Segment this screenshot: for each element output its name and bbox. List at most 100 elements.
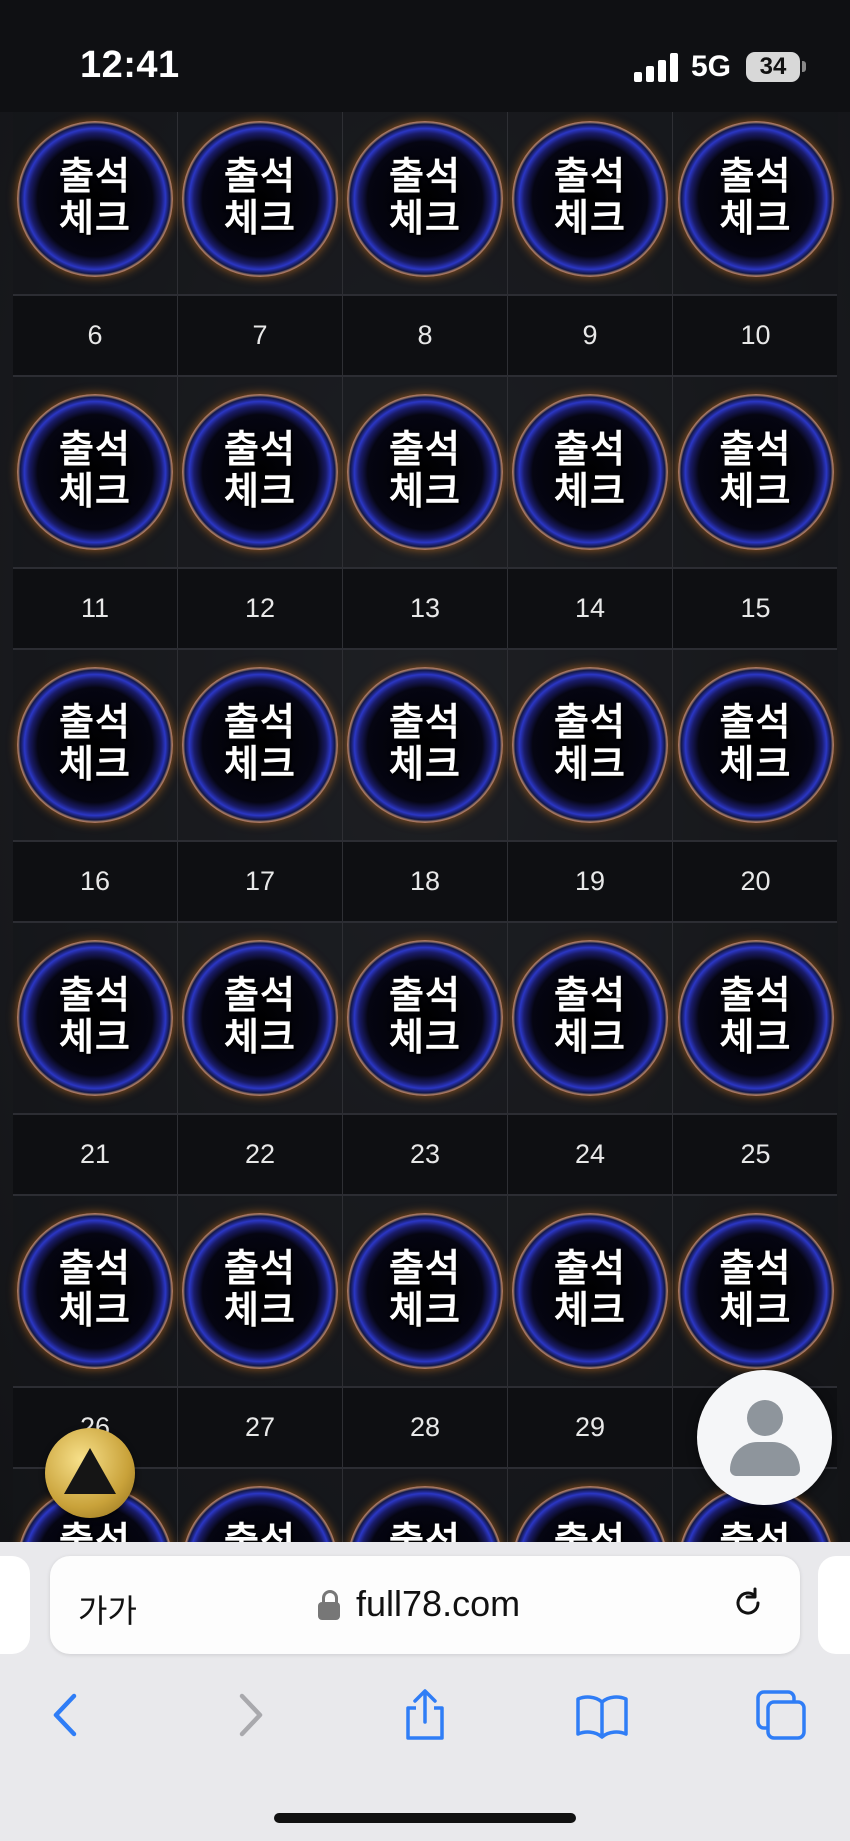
day-stamp-cell[interactable]: 출석 체크 bbox=[343, 1469, 508, 1542]
day-stamp-cell[interactable]: 출석 체크 bbox=[508, 377, 673, 567]
day-stamp-cell[interactable]: 출석 체크 bbox=[178, 1196, 343, 1386]
person-icon-body bbox=[730, 1442, 800, 1476]
previous-tab-peek[interactable] bbox=[0, 1556, 30, 1654]
day-stamp-cell[interactable]: 출석 체크 bbox=[178, 923, 343, 1113]
stamp-label: 출석 체크 bbox=[59, 700, 131, 786]
day-stamp-cell[interactable]: 출석 체크 bbox=[673, 112, 838, 294]
day-stamp-cell[interactable]: 출석 체크 bbox=[13, 923, 178, 1113]
attendance-stamp-icon: 출석 체크 bbox=[512, 394, 668, 550]
stamp-row: 출석 체크 출석 체크 출석 체크 출석 체크 출석 체크 bbox=[13, 377, 838, 567]
day-number: 29 bbox=[508, 1388, 673, 1467]
stamp-label: 출석 체크 bbox=[59, 1519, 131, 1542]
day-number: 12 bbox=[178, 569, 343, 648]
date-number-row: 11 12 13 14 15 bbox=[13, 567, 837, 650]
stamp-row: 출석 체크 출석 체크 출석 체크 출석 체크 출석 체크 bbox=[13, 1196, 838, 1386]
book-icon[interactable] bbox=[575, 1688, 629, 1742]
day-stamp-cell[interactable]: 출석 체크 bbox=[178, 650, 343, 840]
day-number: 16 bbox=[13, 842, 178, 921]
stamp-label: 출석 체크 bbox=[554, 1246, 626, 1332]
stamp-row: 출석 체크 출석 체크 출석 체크 출석 체크 출석 체크 bbox=[13, 112, 838, 294]
day-stamp-cell[interactable]: 출석 체크 bbox=[343, 1196, 508, 1386]
day-number: 28 bbox=[343, 1388, 508, 1467]
day-number: 10 bbox=[740, 320, 771, 350]
url-text[interactable]: full78.com bbox=[356, 1583, 520, 1625]
day-number: 15 bbox=[740, 593, 771, 623]
day-stamp-cell[interactable]: 출석 체크 bbox=[673, 923, 838, 1113]
attendance-stamp-icon: 출석 체크 bbox=[677, 121, 834, 277]
address-bar[interactable]: 가가 full78.com bbox=[50, 1556, 800, 1654]
page-content: 출석 체크 출석 체크 출석 체크 출석 체크 출석 체크 6 7 8 9 10 출석 체크 출석 체… bbox=[0, 112, 850, 1542]
chevron-right-icon[interactable] bbox=[222, 1688, 276, 1742]
day-stamp-cell[interactable]: 출석 체크 bbox=[508, 650, 673, 840]
home-indicator bbox=[274, 1813, 576, 1823]
stamp-label: 출석 체크 bbox=[389, 427, 461, 513]
day-number: 24 bbox=[508, 1115, 673, 1194]
attendance-stamp-icon: 출석 체크 bbox=[17, 121, 173, 277]
status-bar: 12:41 5G 34 bbox=[0, 0, 850, 112]
stamp-label: 출석 체크 bbox=[554, 427, 626, 513]
scroll-top-button[interactable] bbox=[45, 1428, 135, 1518]
day-stamp-cell[interactable]: 출석 체크 bbox=[508, 112, 673, 294]
day-stamp-cell[interactable]: 출석 체크 bbox=[508, 1196, 673, 1386]
stamp-label: 출석 체크 bbox=[554, 154, 626, 240]
attendance-stamp-icon: 출석 체크 bbox=[512, 940, 668, 1096]
status-time: 12:41 bbox=[80, 44, 180, 86]
attendance-stamp-icon: 출석 체크 bbox=[347, 121, 503, 277]
attendance-stamp-icon: 출석 체크 bbox=[182, 940, 338, 1096]
day-number: 21 bbox=[13, 1115, 178, 1194]
day-stamp-cell[interactable]: 출석 체크 bbox=[343, 923, 508, 1113]
day-stamp-cell[interactable]: 출석 체크 bbox=[673, 1196, 838, 1386]
day-number: 20 bbox=[740, 866, 771, 896]
day-number: 23 bbox=[343, 1115, 508, 1194]
attendance-stamp-icon: 출석 체크 bbox=[182, 121, 338, 277]
attendance-stamp-icon: 출석 체크 bbox=[182, 394, 338, 550]
attendance-stamp-icon: 출석 체크 bbox=[677, 667, 834, 823]
day-stamp-cell[interactable]: 출석 체크 bbox=[13, 112, 178, 294]
reload-icon[interactable] bbox=[731, 1586, 765, 1620]
day-stamp-cell[interactable]: 출석 체크 bbox=[343, 650, 508, 840]
stamp-label: 출석 체크 bbox=[59, 1246, 131, 1332]
stamp-label: 출석 체크 bbox=[224, 1246, 296, 1332]
day-stamp-cell[interactable]: 출석 체크 bbox=[178, 1469, 343, 1542]
stamp-row: 출석 체크 출석 체크 출석 체크 출석 체크 출석 체크 bbox=[13, 923, 838, 1113]
attendance-stamp-icon: 출석 체크 bbox=[347, 1213, 503, 1369]
tabs-icon[interactable] bbox=[754, 1688, 808, 1742]
day-stamp-cell[interactable]: 출석 체크 bbox=[343, 112, 508, 294]
day-stamp-cell[interactable]: 출석 체크 bbox=[673, 377, 838, 567]
profile-button[interactable] bbox=[697, 1370, 832, 1505]
stamp-label: 출석 체크 bbox=[224, 154, 296, 240]
day-number: 18 bbox=[343, 842, 508, 921]
stamp-label: 출석 체크 bbox=[719, 154, 792, 240]
day-number: 17 bbox=[178, 842, 343, 921]
attendance-stamp-icon: 출석 체크 bbox=[347, 394, 503, 550]
day-stamp-cell[interactable]: 출석 체크 bbox=[13, 377, 178, 567]
day-stamp-cell[interactable]: 출석 체크 bbox=[508, 1469, 673, 1542]
day-number: 8 bbox=[343, 296, 508, 375]
stamp-label: 출석 체크 bbox=[59, 427, 131, 513]
stamp-label: 출석 체크 bbox=[554, 1519, 626, 1542]
chevron-left-icon[interactable] bbox=[40, 1688, 94, 1742]
day-stamp-cell[interactable]: 출석 체크 bbox=[13, 1196, 178, 1386]
day-stamp-cell[interactable]: 출석 체크 bbox=[178, 112, 343, 294]
day-stamp-cell[interactable]: 출석 체크 bbox=[343, 377, 508, 567]
attendance-stamp-icon: 출석 체크 bbox=[677, 940, 834, 1096]
next-tab-peek[interactable] bbox=[818, 1556, 850, 1654]
day-stamp-cell[interactable]: 출석 체크 bbox=[178, 377, 343, 567]
day-number: 14 bbox=[508, 569, 673, 648]
day-stamp-cell[interactable]: 출석 체크 bbox=[13, 650, 178, 840]
day-stamp-cell[interactable]: 출석 체크 bbox=[508, 923, 673, 1113]
attendance-stamp-icon: 출석 체크 bbox=[512, 1486, 668, 1542]
text-size-button[interactable]: 가가 bbox=[78, 1586, 137, 1632]
stamp-row: 출석 체크 출석 체크 출석 체크 출석 체크 출석 체크 bbox=[13, 650, 838, 840]
stamp-label: 출석 체크 bbox=[554, 700, 626, 786]
stamp-label: 출석 체크 bbox=[389, 700, 461, 786]
attendance-stamp-icon: 출석 체크 bbox=[677, 1213, 834, 1369]
attendance-stamp-icon: 출석 체크 bbox=[512, 667, 668, 823]
day-stamp-cell[interactable]: 출석 체크 bbox=[673, 650, 838, 840]
share-icon[interactable] bbox=[398, 1688, 452, 1742]
triangle-up-icon bbox=[64, 1448, 116, 1494]
attendance-stamp-icon: 출석 체크 bbox=[17, 1213, 173, 1369]
stamp-label: 출석 체크 bbox=[224, 1519, 296, 1542]
stamp-label: 출석 체크 bbox=[719, 973, 792, 1059]
stamp-label: 출석 체크 bbox=[224, 427, 296, 513]
